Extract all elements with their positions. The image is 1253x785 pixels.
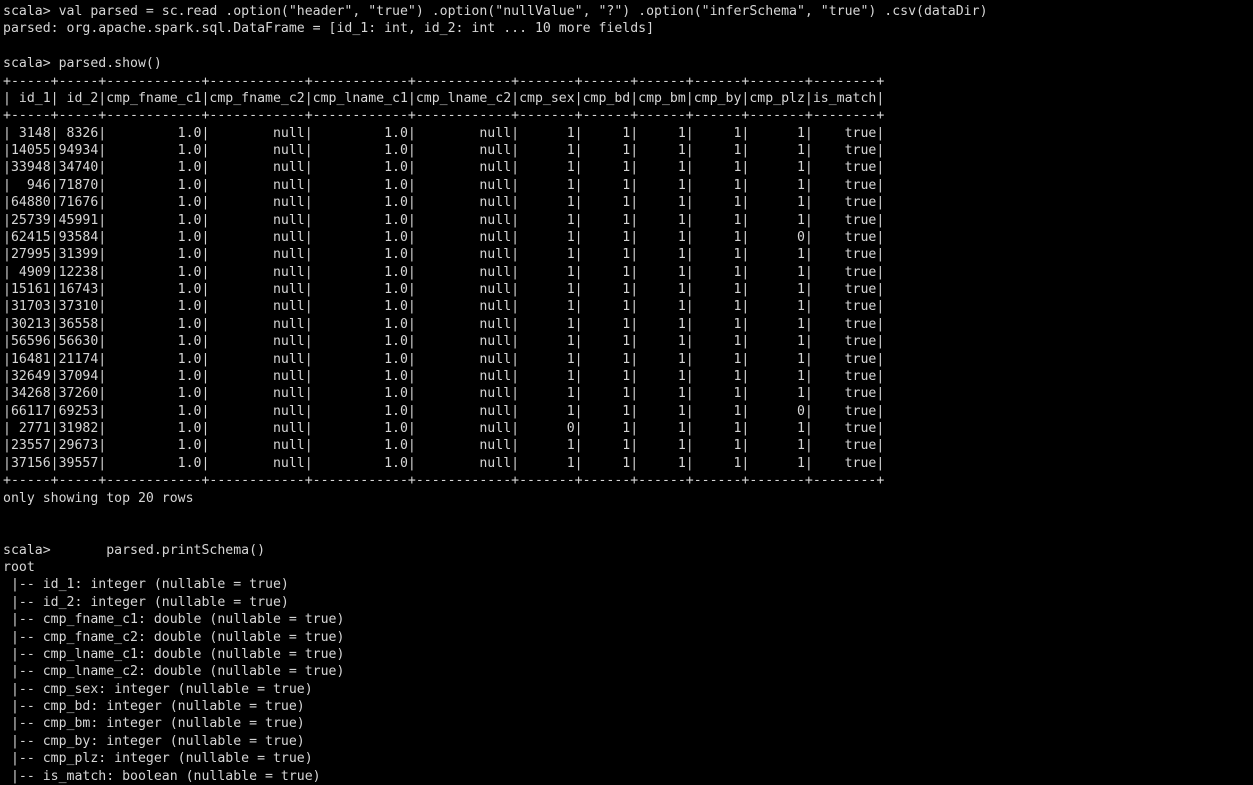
- table-row: |66117|69253| 1.0| null| 1.0| null| 1| 1…: [3, 403, 885, 419]
- table-row: | 3148| 8326| 1.0| null| 1.0| null| 1| 1…: [3, 125, 885, 141]
- table-row: |34268|37260| 1.0| null| 1.0| null| 1| 1…: [3, 386, 885, 402]
- schema-field-line: |-- id_1: integer (nullable = true): [3, 577, 289, 593]
- table-separator-bottom: +-----+-----+------------+------------+-…: [3, 473, 885, 489]
- blank-before-print-schema: [3, 524, 1253, 541]
- table-row: | 4909|12238| 1.0| null| 1.0| null| 1| 1…: [3, 264, 885, 280]
- table-row: |23557|29673| 1.0| null| 1.0| null| 1| 1…: [3, 438, 885, 454]
- schema-field-line: |-- cmp_lname_c1: double (nullable = tru…: [3, 646, 345, 662]
- table-row: |25739|45991| 1.0| null| 1.0| null| 1| 1…: [3, 212, 885, 228]
- schema-field-line: |-- cmp_fname_c2: double (nullable = tru…: [3, 629, 345, 645]
- table-footer-note: only showing top 20 rows: [3, 490, 194, 506]
- command-line-show[interactable]: scala> parsed.show(): [3, 55, 1253, 72]
- command-line-read-csv[interactable]: scala> val parsed = sc.read .option("hea…: [3, 3, 1253, 20]
- schema-field-line: |-- cmp_by: integer (nullable = true): [3, 733, 305, 749]
- table-row: |62415|93584| 1.0| null| 1.0| null| 1| 1…: [3, 229, 885, 245]
- table-row: |37156|39557| 1.0| null| 1.0| null| 1| 1…: [3, 455, 885, 471]
- table-separator-top: +-----+-----+------------+------------+-…: [3, 73, 885, 89]
- schema-field-line: |-- cmp_sex: integer (nullable = true): [3, 681, 313, 697]
- table-row: |14055|94934| 1.0| null| 1.0| null| 1| 1…: [3, 143, 885, 158]
- schema-field-line: |-- cmp_bd: integer (nullable = true): [3, 699, 305, 714]
- schema-field-line: |-- cmp_plz: integer (nullable = true): [3, 751, 313, 767]
- table-header-row: | id_1| id_2|cmp_fname_c1|cmp_fname_c2|c…: [3, 90, 885, 106]
- table-row: |32649|37094| 1.0| null| 1.0| null| 1| 1…: [3, 368, 885, 384]
- schema-field-line: |-- cmp_lname_c2: double (nullable = tru…: [3, 664, 345, 680]
- table-row: |56596|56630| 1.0| null| 1.0| null| 1| 1…: [3, 334, 885, 350]
- schema-field-line: |-- id_2: integer (nullable = true): [3, 594, 289, 610]
- blank-after-table: [3, 507, 1253, 524]
- table-row: |16481|21174| 1.0| null| 1.0| null| 1| 1…: [3, 351, 885, 367]
- schema-field-line: |-- cmp_bm: integer (nullable = true): [3, 716, 305, 732]
- table-row: | 2771|31982| 1.0| null| 1.0| null| 0| 1…: [3, 421, 885, 436]
- table-separator-header: +-----+-----+------------+------------+-…: [3, 108, 885, 124]
- table-row: |15161|16743| 1.0| null| 1.0| null| 1| 1…: [3, 282, 885, 297]
- table-row: | 946|71870| 1.0| null| 1.0| null| 1| 1|…: [3, 177, 885, 193]
- schema-field-line: |-- is_match: boolean (nullable = true): [3, 768, 321, 784]
- command-line-print-schema[interactable]: scala> parsed.printSchema(): [3, 542, 1253, 559]
- table-row: |64880|71676| 1.0| null| 1.0| null| 1| 1…: [3, 195, 885, 211]
- table-row: |27995|31399| 1.0| null| 1.0| null| 1| 1…: [3, 247, 885, 263]
- schema-root-label: root: [3, 560, 35, 575]
- result-dataframe-type: parsed: org.apache.spark.sql.DataFrame =…: [3, 21, 655, 37]
- table-row: |31703|37310| 1.0| null| 1.0| null| 1| 1…: [3, 299, 885, 315]
- table-row: |33948|34740| 1.0| null| 1.0| null| 1| 1…: [3, 160, 885, 176]
- table-row: |30213|36558| 1.0| null| 1.0| null| 1| 1…: [3, 316, 885, 332]
- terminal-output[interactable]: scala> val parsed = sc.read .option("hea…: [0, 0, 1253, 785]
- schema-field-line: |-- cmp_fname_c1: double (nullable = tru…: [3, 612, 345, 628]
- blank-after-dataframe-type: [3, 38, 1253, 55]
